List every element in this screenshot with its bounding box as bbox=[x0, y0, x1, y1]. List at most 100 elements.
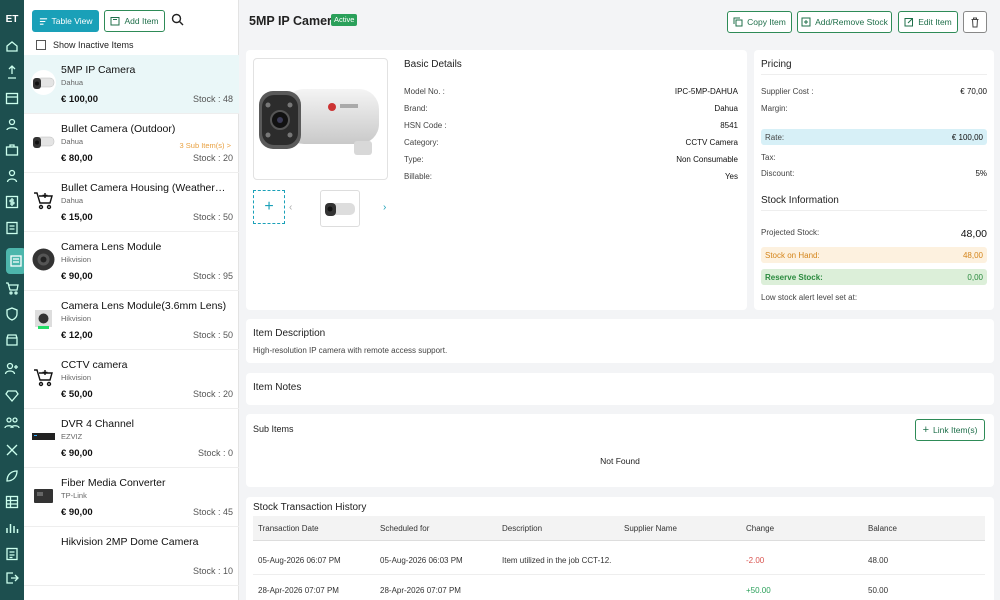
column-header[interactable]: Balance bbox=[868, 524, 897, 533]
list-item[interactable]: Bullet Camera Housing (Weatherproof) Dahu… bbox=[24, 173, 239, 232]
logout-icon[interactable] bbox=[4, 570, 20, 586]
item-price: € 90,00 bbox=[61, 271, 93, 282]
app-logo[interactable]: ET bbox=[2, 10, 22, 30]
item-price: € 100,00 bbox=[61, 94, 98, 105]
item-name: Camera Lens Module(3.6mm Lens) bbox=[61, 300, 227, 312]
item-brand: Hikvision bbox=[61, 373, 92, 382]
cell-balance: 48.00 bbox=[868, 556, 889, 565]
copy-item-button[interactable]: Copy Item bbox=[727, 11, 792, 33]
product-image bbox=[253, 58, 388, 180]
item-brand: EZVIZ bbox=[61, 432, 83, 441]
item-price: € 12,00 bbox=[61, 330, 93, 341]
show-inactive-label: Show Inactive Items bbox=[53, 40, 134, 50]
item-price: € 15,00 bbox=[61, 212, 93, 223]
prev-image-icon[interactable]: ‹ bbox=[289, 202, 292, 213]
item-brand: Dahua bbox=[61, 137, 84, 146]
basic-detail-label: Billable: bbox=[404, 172, 433, 181]
list-item[interactable]: CCTV camera Hikvision € 50,00 Stock : 20 bbox=[24, 350, 239, 409]
inventory-icon[interactable] bbox=[6, 248, 26, 274]
tools-icon[interactable] bbox=[4, 442, 20, 458]
module-icon bbox=[31, 306, 56, 331]
projected-stock-label: Projected Stock: bbox=[761, 228, 820, 237]
item-name: Hikvision 2MP Dome Camera bbox=[61, 536, 199, 548]
list-item[interactable]: DVR 4 Channel EZVIZ € 90,00 Stock : 0 bbox=[24, 409, 239, 468]
column-header[interactable]: Scheduled for bbox=[380, 524, 429, 533]
cell-date: 28-Apr-2026 07:07 PM bbox=[258, 586, 339, 595]
rate-label: Rate: bbox=[765, 133, 785, 142]
add-item-button[interactable]: Add Item bbox=[104, 10, 165, 32]
item-stock: Stock : 10 bbox=[192, 566, 233, 576]
copy-icon bbox=[733, 17, 743, 27]
pricing-stock-card: Pricing Supplier Cost : € 70,00 Margin: … bbox=[754, 50, 994, 310]
list-item[interactable]: Fiber Media Converter TP-Link € 90,00 Stock… bbox=[24, 468, 239, 527]
list-item[interactable]: 5MP IP Camera Dahua € 100,00 Stock : 48 bbox=[24, 55, 239, 114]
shield-icon[interactable] bbox=[4, 306, 20, 322]
lens-icon bbox=[31, 247, 56, 272]
add-item-label: Add Item bbox=[124, 16, 159, 26]
next-image-icon[interactable]: › bbox=[383, 202, 386, 213]
user-add-icon[interactable] bbox=[4, 360, 20, 376]
nav-rail: ET bbox=[0, 0, 26, 600]
stock-on-hand-label: Stock on Hand: bbox=[765, 251, 820, 260]
basic-detail-value: Yes bbox=[724, 172, 738, 181]
item-stock: Stock : 0 bbox=[197, 448, 233, 458]
plus-box-icon bbox=[801, 17, 811, 27]
item-brand: TP-Link bbox=[61, 491, 87, 500]
item-brand: Hikvision bbox=[61, 314, 92, 323]
person-icon[interactable] bbox=[4, 168, 20, 184]
reserve-stock-value: 0,00 bbox=[967, 273, 983, 282]
table-view-button[interactable]: Table View bbox=[32, 10, 99, 32]
add-remove-stock-button[interactable]: Add/Remove Stock bbox=[797, 11, 892, 33]
search-icon[interactable] bbox=[171, 13, 184, 26]
users-icon[interactable] bbox=[4, 116, 20, 132]
stock-info-heading: Stock Information bbox=[761, 195, 839, 206]
link-items-button[interactable]: + Link Item(s) bbox=[915, 419, 985, 441]
document-icon[interactable] bbox=[4, 220, 20, 236]
basic-detail-label: HSN Code : bbox=[404, 121, 447, 130]
basic-detail-label: Category: bbox=[404, 138, 439, 147]
table-row[interactable]: 28-Apr-2026 07:07 PM 28-Apr-2026 07:07 PM… bbox=[253, 575, 985, 600]
leaf-icon[interactable] bbox=[4, 468, 20, 484]
column-header[interactable]: Change bbox=[746, 524, 774, 533]
item-description-heading: Item Description bbox=[253, 328, 326, 339]
add-box-icon bbox=[110, 17, 120, 26]
list-item[interactable]: Camera Lens Module Hikvision € 90,00 Stock … bbox=[24, 232, 239, 291]
table-row[interactable]: 05-Aug-2026 06:07 PM 05-Aug-2026 06:03 PM… bbox=[253, 545, 985, 575]
edit-item-button[interactable]: Edit Item bbox=[898, 11, 958, 33]
delete-button[interactable] bbox=[963, 11, 987, 33]
item-detail: 5MP IP Camera Active Copy Item Add/Remov… bbox=[239, 0, 1000, 600]
pin-icon[interactable] bbox=[4, 64, 20, 80]
list-item[interactable]: Hikvision 2MP Dome Camera Stock : 10 bbox=[24, 527, 239, 586]
column-header[interactable]: Description bbox=[502, 524, 542, 533]
add-remove-stock-label: Add/Remove Stock bbox=[815, 17, 888, 27]
report-icon[interactable] bbox=[4, 546, 20, 562]
item-stock: Stock : 50 bbox=[192, 330, 233, 340]
column-header[interactable]: Supplier Name bbox=[624, 524, 677, 533]
show-inactive-checkbox[interactable] bbox=[36, 40, 46, 50]
basic-detail-value: 8541 bbox=[720, 121, 738, 130]
item-brand: Dahua bbox=[61, 196, 84, 205]
item-name: 5MP IP Camera bbox=[61, 64, 136, 76]
rate-value: € 100,00 bbox=[951, 133, 983, 142]
store-icon[interactable] bbox=[4, 332, 20, 348]
dollar-icon[interactable] bbox=[4, 194, 20, 210]
item-price: € 50,00 bbox=[61, 389, 93, 400]
item-price: € 90,00 bbox=[61, 507, 93, 518]
supplier-cost-value: € 70,00 bbox=[960, 87, 987, 96]
grid-icon[interactable] bbox=[4, 494, 20, 510]
add-image-button[interactable]: + bbox=[253, 190, 285, 224]
home-icon[interactable] bbox=[4, 38, 20, 54]
sub-items-link[interactable]: 3 Sub Item(s) > bbox=[180, 141, 231, 150]
column-header[interactable]: Transaction Date bbox=[258, 524, 319, 533]
diamond-icon[interactable] bbox=[4, 388, 20, 404]
calendar-icon[interactable] bbox=[4, 90, 20, 106]
team-icon[interactable] bbox=[4, 414, 20, 430]
list-icon bbox=[39, 17, 47, 25]
list-item[interactable]: Bullet Camera (Outdoor) Dahua € 80,00 Stock… bbox=[24, 114, 239, 173]
cart-icon[interactable] bbox=[4, 280, 20, 296]
converter-icon bbox=[31, 483, 56, 508]
chart-icon[interactable] bbox=[4, 520, 20, 536]
list-item[interactable]: Camera Lens Module(3.6mm Lens) Hikvision €… bbox=[24, 291, 239, 350]
briefcase-icon[interactable] bbox=[4, 142, 20, 158]
image-thumbnail[interactable] bbox=[320, 190, 360, 227]
